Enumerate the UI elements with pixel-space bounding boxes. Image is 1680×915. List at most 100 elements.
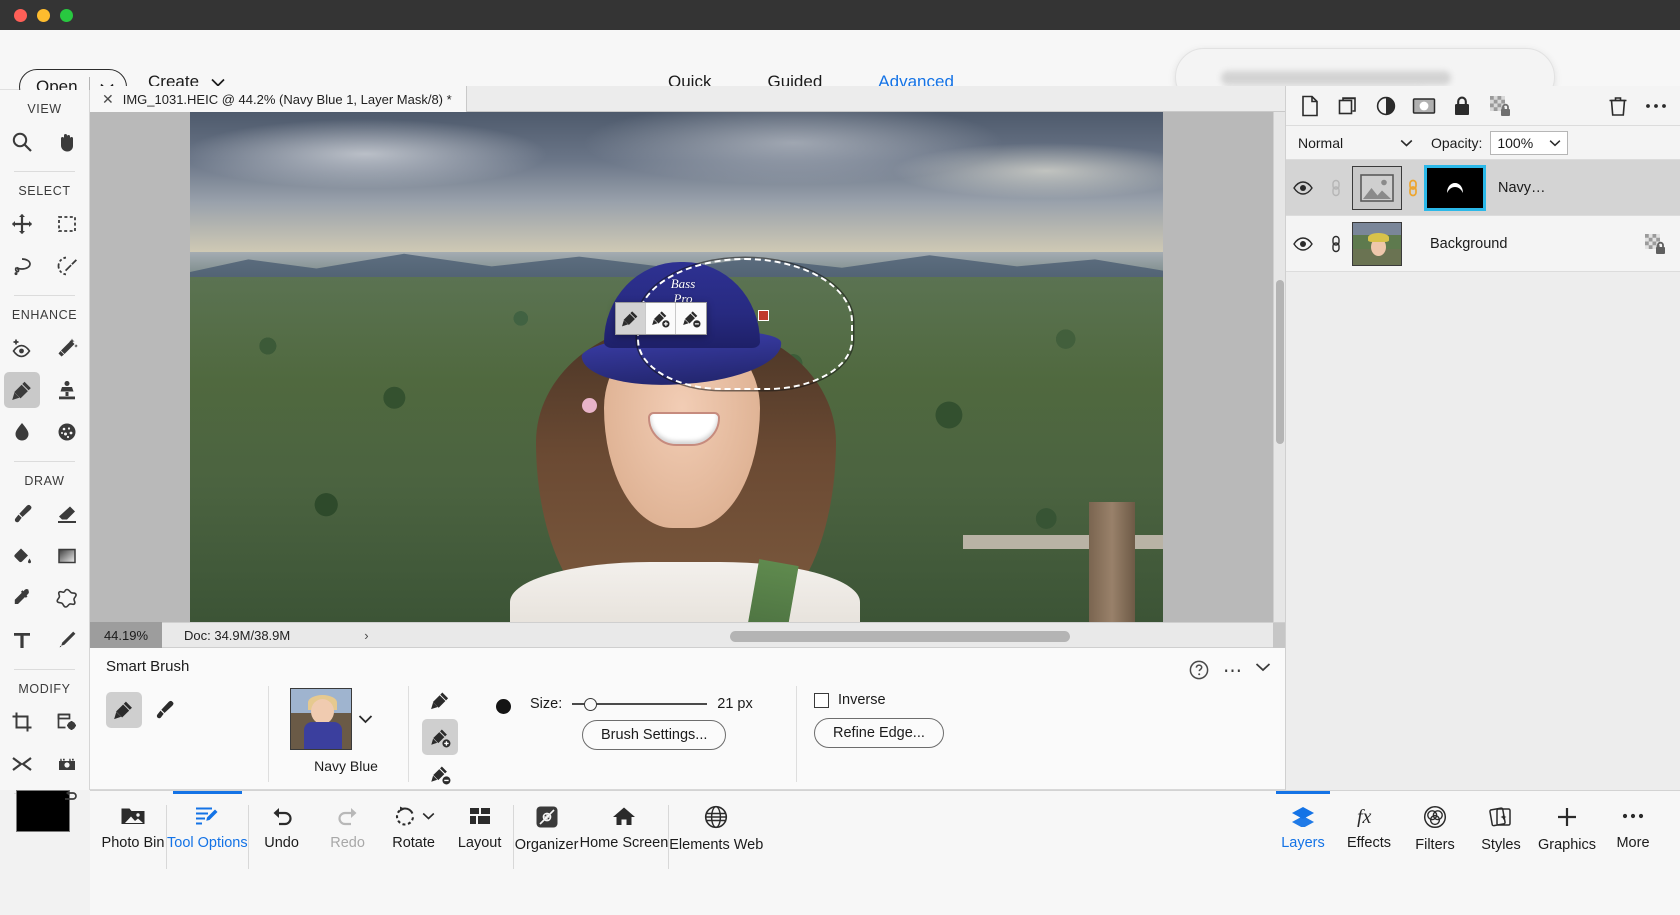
panel-menu-icon[interactable] — [1637, 87, 1675, 125]
taskbar-item-undo[interactable]: Undo — [249, 791, 315, 915]
duplicate-layer-icon[interactable] — [1329, 87, 1367, 125]
layer-name[interactable]: Background — [1430, 236, 1507, 252]
pencil-tool[interactable] — [49, 622, 85, 658]
taskbar-item-styles[interactable]: Styles — [1468, 791, 1534, 915]
red-eye-removal-tool[interactable] — [4, 330, 40, 366]
spot-healing-brush-tool[interactable] — [49, 330, 85, 366]
eyedropper-tool[interactable] — [4, 580, 40, 616]
taskbar-item-layers[interactable]: Layers — [1270, 791, 1336, 915]
hand-tool[interactable] — [49, 124, 85, 160]
taskbar-item-organizer[interactable]: Organizer — [514, 791, 580, 915]
taskbar-item-tool-options[interactable]: Tool Options — [167, 791, 248, 915]
chevron-down-icon[interactable] — [1549, 139, 1561, 147]
detail-smart-brush-variant-button[interactable] — [146, 692, 182, 728]
gradient-tool[interactable] — [49, 538, 85, 574]
layer-lock-badge-icon[interactable] — [1643, 232, 1667, 256]
close-window-button[interactable] — [14, 9, 27, 22]
layer-mask-thumbnail[interactable] — [1424, 165, 1486, 211]
canvas-vertical-scrollbar[interactable] — [1273, 112, 1285, 622]
rectangular-marquee-tool[interactable] — [49, 206, 85, 242]
blur-tool[interactable] — [4, 414, 40, 450]
canvas-area[interactable]: Bass Pro Shops — [90, 112, 1285, 622]
smart-brush-tool[interactable] — [4, 372, 40, 408]
minimize-window-button[interactable] — [37, 9, 50, 22]
layer-visibility-toggle[interactable] — [1286, 237, 1320, 251]
subtract-from-selection-mode-button[interactable] — [422, 756, 458, 792]
layer-link-icon[interactable] — [1320, 234, 1352, 254]
brush-tip-picker[interactable] — [485, 688, 521, 724]
recompose-tool[interactable] — [4, 746, 40, 782]
earring — [582, 398, 597, 413]
vertical-scrollbar-thumb[interactable] — [1276, 280, 1284, 444]
layer-mask-icon[interactable] — [1405, 87, 1443, 125]
tool-options-collapse-icon[interactable] — [1255, 662, 1271, 672]
move-tool[interactable] — [4, 206, 40, 242]
zoom-level-field[interactable]: 44.19% — [90, 622, 162, 648]
layer-row-background[interactable]: Background — [1286, 216, 1680, 272]
smart-brush-subtract-from-selection-button[interactable] — [676, 303, 706, 334]
adjustment-layer-icon[interactable] — [1367, 87, 1405, 125]
tool-options-more-icon[interactable]: ⋯ — [1223, 660, 1243, 683]
custom-shape-tool[interactable] — [49, 580, 85, 616]
document-tab[interactable]: ✕ IMG_1031.HEIC @ 44.2% (Navy Blue 1, La… — [90, 86, 467, 112]
taskbar-item-elements-web[interactable]: Elements Web — [669, 791, 763, 915]
lock-transparency-icon[interactable] — [1481, 87, 1519, 125]
smart-brush-variant-button[interactable] — [106, 692, 142, 728]
quick-selection-tool[interactable] — [49, 248, 85, 284]
preset-dropdown-chevron-down-icon[interactable] — [358, 714, 373, 724]
opacity-input[interactable]: 100% — [1490, 131, 1568, 155]
layer-thumbnail[interactable] — [1352, 166, 1402, 210]
lock-icon[interactable] — [1443, 87, 1481, 125]
layer-thumbnail[interactable] — [1352, 222, 1402, 266]
taskbar-item-filters[interactable]: Filters — [1402, 791, 1468, 915]
inverse-checkbox-row[interactable]: Inverse — [814, 692, 886, 708]
blend-mode-select[interactable]: Normal — [1298, 135, 1413, 151]
taskbar-item-home-screen[interactable]: Home Screen — [580, 791, 669, 915]
type-tool[interactable] — [4, 622, 40, 658]
tool-group-modify — [0, 704, 89, 782]
taskbar-item-photo-bin[interactable]: Photo Bin — [100, 791, 166, 915]
smart-brush-preset-thumbnail[interactable] — [290, 688, 352, 750]
document-image[interactable]: Bass Pro Shops — [190, 112, 1163, 622]
add-to-selection-mode-button[interactable] — [422, 719, 458, 755]
maximize-window-button[interactable] — [60, 9, 73, 22]
clone-stamp-tool[interactable] — [49, 372, 85, 408]
paint-bucket-tool[interactable] — [4, 538, 40, 574]
help-icon[interactable] — [1189, 660, 1209, 680]
brush-tool[interactable] — [4, 496, 40, 532]
delete-layer-icon[interactable] — [1599, 87, 1637, 125]
content-aware-move-tool[interactable] — [49, 704, 85, 740]
horizontal-scrollbar-thumb[interactable] — [730, 631, 1070, 642]
taskbar-item-more[interactable]: More — [1600, 791, 1666, 915]
brush-settings-button[interactable]: Brush Settings... — [582, 720, 726, 750]
taskbar-item-redo[interactable]: Redo — [315, 791, 381, 915]
taskbar-item-rotate[interactable]: Rotate — [381, 791, 447, 915]
lasso-tool[interactable] — [4, 248, 40, 284]
layer-row-navy-blue[interactable]: Navy… — [1286, 160, 1680, 216]
close-icon[interactable]: ✕ — [102, 91, 114, 108]
new-layer-icon[interactable] — [1291, 87, 1329, 125]
taskbar-item-layout[interactable]: Layout — [447, 791, 513, 915]
straighten-tool[interactable] — [49, 746, 85, 782]
layer-link-icon[interactable] — [1320, 178, 1352, 198]
taskbar-item-graphics[interactable]: Graphics — [1534, 791, 1600, 915]
refine-edge-button[interactable]: Refine Edge... — [814, 718, 944, 748]
swap-colors-icon[interactable] — [62, 786, 80, 804]
eraser-tool[interactable] — [49, 496, 85, 532]
canvas-horizontal-scrollbar[interactable] — [340, 628, 1273, 644]
layer-name[interactable]: Navy… — [1498, 180, 1546, 196]
tool-options-title: Smart Brush — [106, 658, 189, 675]
crop-tool[interactable] — [4, 704, 40, 740]
taskbar-item-effects[interactable]: fx Effects — [1336, 791, 1402, 915]
svg-text:fx: fx — [1357, 806, 1372, 827]
zoom-tool[interactable] — [4, 124, 40, 160]
smart-brush-add-to-selection-button[interactable] — [646, 303, 676, 334]
mask-link-icon[interactable] — [1402, 178, 1424, 198]
inverse-checkbox[interactable] — [814, 693, 829, 708]
layer-visibility-toggle[interactable] — [1286, 181, 1320, 195]
new-selection-mode-button[interactable] — [422, 682, 458, 718]
slider-knob[interactable] — [584, 698, 597, 711]
brush-size-slider[interactable] — [572, 696, 707, 712]
smart-brush-new-selection-button[interactable] — [616, 303, 646, 334]
sponge-tool[interactable] — [49, 414, 85, 450]
